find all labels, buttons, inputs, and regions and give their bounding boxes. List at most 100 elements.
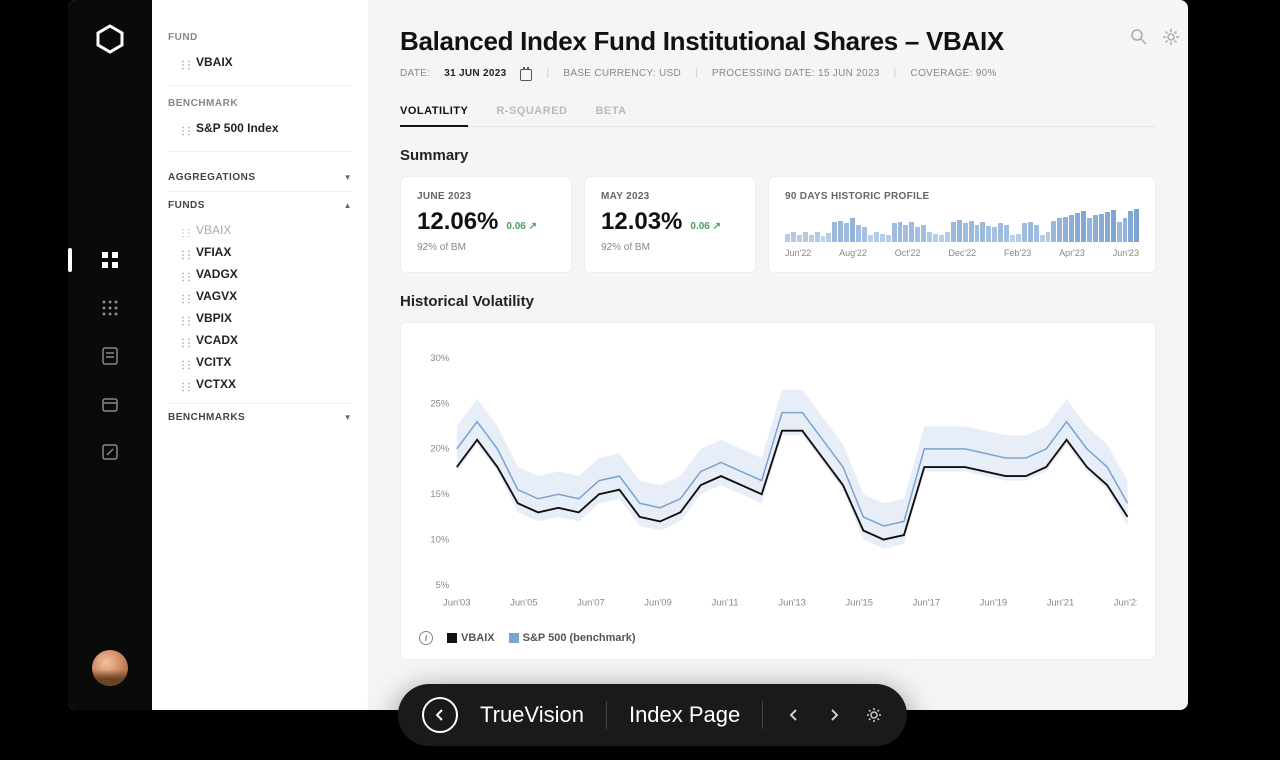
nav-rail bbox=[68, 0, 152, 710]
sidebar-fund-vcadx[interactable]: VCADX bbox=[168, 329, 352, 351]
summary-row: JUNE 2023 12.06%0.06 92% of BM MAY 2023 … bbox=[400, 176, 1156, 273]
bottom-nav-pill: TrueVision Index Page bbox=[398, 684, 907, 746]
summary-may-delta: 0.06 bbox=[690, 221, 721, 232]
back-button[interactable] bbox=[422, 697, 458, 733]
brand-logo-icon bbox=[95, 24, 125, 54]
sidebar-fund-vbaix[interactable]: VBAIX bbox=[168, 219, 352, 241]
historical-chart-card: 30% 25% 20% 15% 10% 5% Jun'03 Jun'05 Jun'07 Jun'0… bbox=[400, 322, 1156, 660]
sparkline-chart bbox=[785, 208, 1139, 242]
drag-icon bbox=[178, 335, 188, 345]
meta-date-value: 31 JUN 2023 bbox=[444, 68, 506, 79]
tab-rsquared[interactable]: R-SQUARED bbox=[496, 97, 567, 126]
tab-beta[interactable]: BETA bbox=[595, 97, 626, 126]
tabs: VOLATILITY R-SQUARED BETA bbox=[400, 97, 1156, 127]
sidebar-fund-vadgx[interactable]: VADGX bbox=[168, 263, 352, 285]
sidebar-fund-vbpix[interactable]: VBPIX bbox=[168, 307, 352, 329]
user-avatar[interactable] bbox=[92, 650, 128, 686]
svg-text:Jun'23: Jun'23 bbox=[1114, 598, 1137, 609]
svg-text:Jun'09: Jun'09 bbox=[644, 598, 672, 609]
app-frame: FUND VBAIX BENCHMARK S&P 500 Index AGGRE… bbox=[68, 0, 1188, 710]
calendar-icon[interactable] bbox=[520, 69, 532, 81]
nav-calendar-icon[interactable] bbox=[100, 394, 120, 414]
summary-title: Summary bbox=[400, 147, 1156, 164]
drag-icon bbox=[178, 57, 188, 67]
drag-icon bbox=[178, 357, 188, 367]
svg-text:Jun'05: Jun'05 bbox=[510, 598, 538, 609]
nav-document-icon[interactable] bbox=[100, 346, 120, 366]
prev-button[interactable] bbox=[785, 706, 803, 724]
drag-icon bbox=[178, 247, 188, 257]
svg-text:5%: 5% bbox=[436, 580, 450, 591]
legend-swatch-vbaix bbox=[447, 633, 457, 643]
summary-sparkline-card: 90 DAYS HISTORIC PROFILE Jun'22Aug'22Oct… bbox=[768, 176, 1156, 273]
main-content: Balanced Index Fund Institutional Shares… bbox=[368, 0, 1188, 710]
pill-settings-icon[interactable] bbox=[865, 706, 883, 724]
sidebar: FUND VBAIX BENCHMARK S&P 500 Index AGGRE… bbox=[152, 0, 368, 710]
summary-card-june: JUNE 2023 12.06%0.06 92% of BM bbox=[400, 176, 572, 273]
svg-text:20%: 20% bbox=[430, 444, 449, 455]
svg-text:Jun'13: Jun'13 bbox=[778, 598, 806, 609]
svg-text:Jun'11: Jun'11 bbox=[712, 598, 739, 609]
chevron-down-icon: ▼ bbox=[344, 413, 352, 422]
chart-legend: i VBAIX S&P 500 (benchmark) bbox=[419, 631, 1137, 645]
drag-icon bbox=[178, 379, 188, 389]
legend-swatch-sp500 bbox=[509, 633, 519, 643]
sidebar-funds-label: FUNDS bbox=[168, 200, 205, 211]
sidebar-funds-list: VBAIXVFIAXVADGXVAGVXVBPIXVCADXVCITXVCTXX bbox=[168, 219, 352, 395]
historical-volatility-chart: 30% 25% 20% 15% 10% 5% Jun'03 Jun'05 Jun'07 Jun'0… bbox=[419, 341, 1137, 621]
nav-edit-icon[interactable] bbox=[100, 442, 120, 462]
meta-coverage: COVERAGE: 90% bbox=[911, 68, 997, 79]
svg-text:25%: 25% bbox=[430, 398, 449, 409]
drag-icon bbox=[178, 291, 188, 301]
summary-card-may: MAY 2023 12.03%0.06 92% of BM bbox=[584, 176, 756, 273]
sidebar-benchmark-label: BENCHMARK bbox=[168, 98, 352, 109]
nav-dashboard-icon[interactable] bbox=[100, 250, 120, 270]
sidebar-fund-vfiax[interactable]: VFIAX bbox=[168, 241, 352, 263]
summary-june-value: 12.06% bbox=[417, 208, 498, 236]
header-actions bbox=[1130, 28, 1180, 46]
summary-may-value: 12.03% bbox=[601, 208, 682, 236]
settings-icon[interactable] bbox=[1162, 28, 1180, 46]
page-title: Balanced Index Fund Institutional Shares… bbox=[400, 26, 1156, 57]
info-icon[interactable]: i bbox=[419, 631, 433, 645]
sidebar-fund-label: FUND bbox=[168, 32, 352, 43]
drag-icon bbox=[178, 313, 188, 323]
sidebar-fund-item[interactable]: VBAIX bbox=[168, 51, 352, 73]
sidebar-benchmarks-header[interactable]: BENCHMARKS ▼ bbox=[168, 404, 352, 431]
summary-june-delta: 0.06 bbox=[506, 221, 537, 232]
meta-currency: BASE CURRENCY: USD bbox=[563, 68, 681, 79]
svg-text:30%: 30% bbox=[430, 353, 449, 364]
chevron-down-icon: ▼ bbox=[344, 173, 352, 182]
search-icon[interactable] bbox=[1130, 28, 1148, 46]
sidebar-benchmark-value: S&P 500 Index bbox=[196, 121, 279, 135]
pill-brand: TrueVision bbox=[480, 702, 584, 728]
svg-text:10%: 10% bbox=[430, 534, 449, 545]
drag-icon bbox=[178, 225, 188, 235]
sparkline-x-labels: Jun'22Aug'22Oct'22Dec'22Feb'23Apr'23Jun'… bbox=[785, 248, 1139, 258]
summary-june-label: JUNE 2023 bbox=[417, 191, 555, 202]
sidebar-fund-vagvx[interactable]: VAGVX bbox=[168, 285, 352, 307]
svg-text:Jun'07: Jun'07 bbox=[577, 598, 605, 609]
meta-processing: PROCESSING DATE: 15 JUN 2023 bbox=[712, 68, 880, 79]
sidebar-fund-vctxx[interactable]: VCTXX bbox=[168, 373, 352, 395]
svg-text:Jun'19: Jun'19 bbox=[980, 598, 1008, 609]
nav-grid-icon[interactable] bbox=[100, 298, 120, 318]
sidebar-fund-value: VBAIX bbox=[196, 55, 233, 69]
summary-may-label: MAY 2023 bbox=[601, 191, 739, 202]
hist-title: Historical Volatility bbox=[400, 293, 1156, 310]
meta-date-label: DATE: bbox=[400, 68, 430, 79]
sidebar-funds-header[interactable]: FUNDS▲ bbox=[168, 192, 352, 219]
svg-text:Jun'17: Jun'17 bbox=[913, 598, 941, 609]
drag-icon bbox=[178, 269, 188, 279]
next-button[interactable] bbox=[825, 706, 843, 724]
sidebar-aggregations-label: AGGREGATIONS bbox=[168, 172, 255, 183]
sidebar-aggregations-header[interactable]: AGGREGATIONS ▼ bbox=[168, 164, 352, 191]
svg-text:15%: 15% bbox=[430, 489, 449, 500]
pill-page: Index Page bbox=[629, 702, 740, 728]
svg-text:Jun'21: Jun'21 bbox=[1047, 598, 1075, 609]
sidebar-benchmarks-label: BENCHMARKS bbox=[168, 412, 245, 423]
sidebar-benchmark-item[interactable]: S&P 500 Index bbox=[168, 117, 352, 139]
tab-volatility[interactable]: VOLATILITY bbox=[400, 97, 468, 127]
svg-text:Jun'03: Jun'03 bbox=[443, 598, 471, 609]
sidebar-fund-vcitx[interactable]: VCITX bbox=[168, 351, 352, 373]
